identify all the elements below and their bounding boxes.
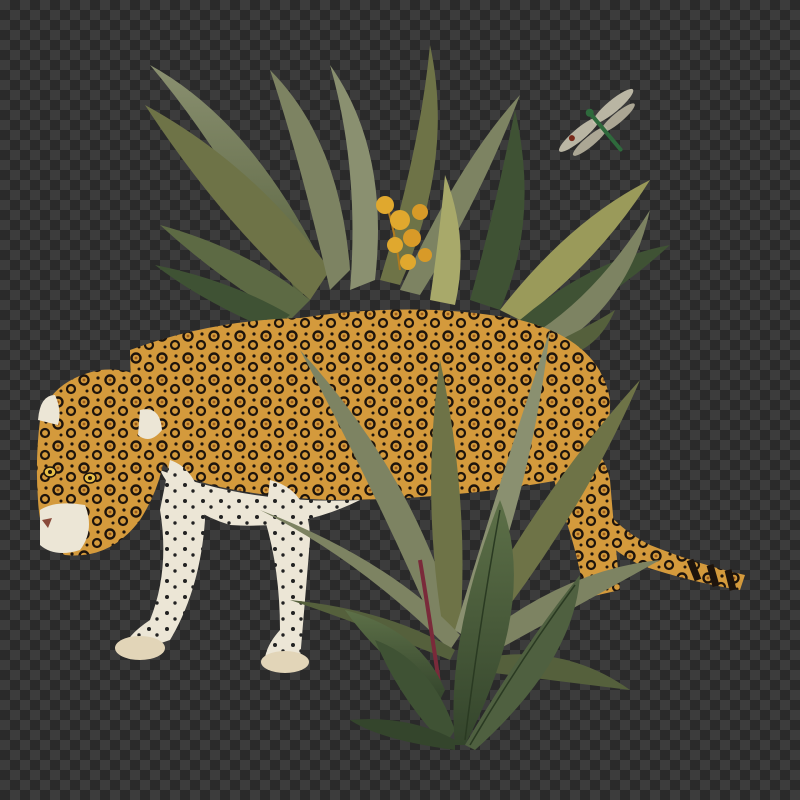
jaguar-ear xyxy=(38,395,60,425)
jaguar-front-leg xyxy=(264,480,310,668)
dragonfly-icon xyxy=(559,88,635,156)
jaguar-paw xyxy=(115,636,165,660)
background-foliage xyxy=(145,45,670,355)
illustration-canvas xyxy=(0,0,800,800)
jaguar-paw xyxy=(261,651,309,673)
jaguar-illustration xyxy=(36,45,745,750)
jaguar-muzzle xyxy=(40,503,89,554)
